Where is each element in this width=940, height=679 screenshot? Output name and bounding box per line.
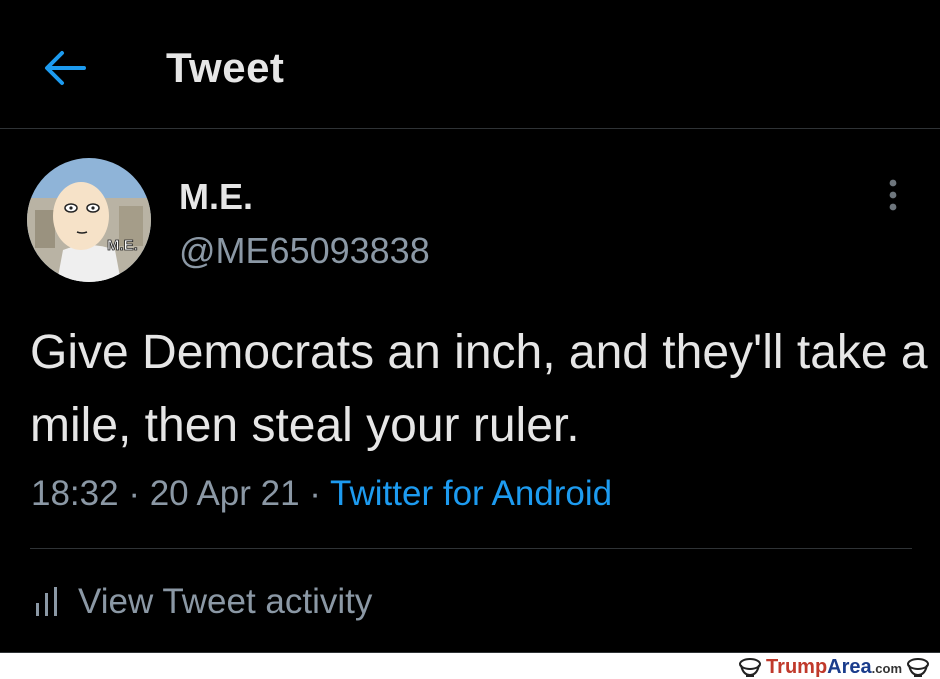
display-name[interactable]: M.E. (179, 176, 253, 218)
more-options-button[interactable] (878, 176, 908, 216)
watermark-bar: TrumpArea.com (0, 653, 940, 679)
meta-divider (30, 548, 912, 549)
view-tweet-activity-button[interactable]: View Tweet activity (30, 580, 372, 624)
tweet-text: Give Democrats an inch, and they'll take… (30, 326, 928, 452)
tweet-date: 20 Apr 21 (149, 474, 300, 513)
avatar-label: M.E. (107, 237, 138, 254)
avatar[interactable]: M.E. (27, 158, 151, 282)
watermark-com: .com (871, 660, 902, 676)
tweet-metadata: 18:32 · 20 Apr 21 · Twitter for Android (31, 474, 612, 514)
tweet-source-link[interactable]: Twitter for Android (330, 474, 612, 513)
page-title: Tweet (166, 44, 285, 91)
avatar-image: M.E. (27, 158, 151, 282)
meta-separator: · (128, 474, 140, 513)
activity-label: View Tweet activity (78, 582, 373, 621)
top-app-bar: Tweet (0, 0, 940, 128)
back-button[interactable] (40, 46, 88, 90)
user-handle[interactable]: @ME65093838 (179, 230, 430, 272)
toilet-logo-icon (739, 658, 762, 677)
watermark-area: Area (827, 655, 872, 678)
arrow-left-icon (45, 51, 86, 85)
watermark-trump: Trump (766, 655, 828, 678)
vertical-dots-icon (889, 179, 897, 211)
tweet-time: 18:32 (31, 474, 119, 513)
meta-separator: · (309, 474, 321, 513)
header-divider (0, 128, 940, 129)
bar-chart-icon (36, 587, 57, 616)
toilet-logo-icon (907, 658, 929, 677)
